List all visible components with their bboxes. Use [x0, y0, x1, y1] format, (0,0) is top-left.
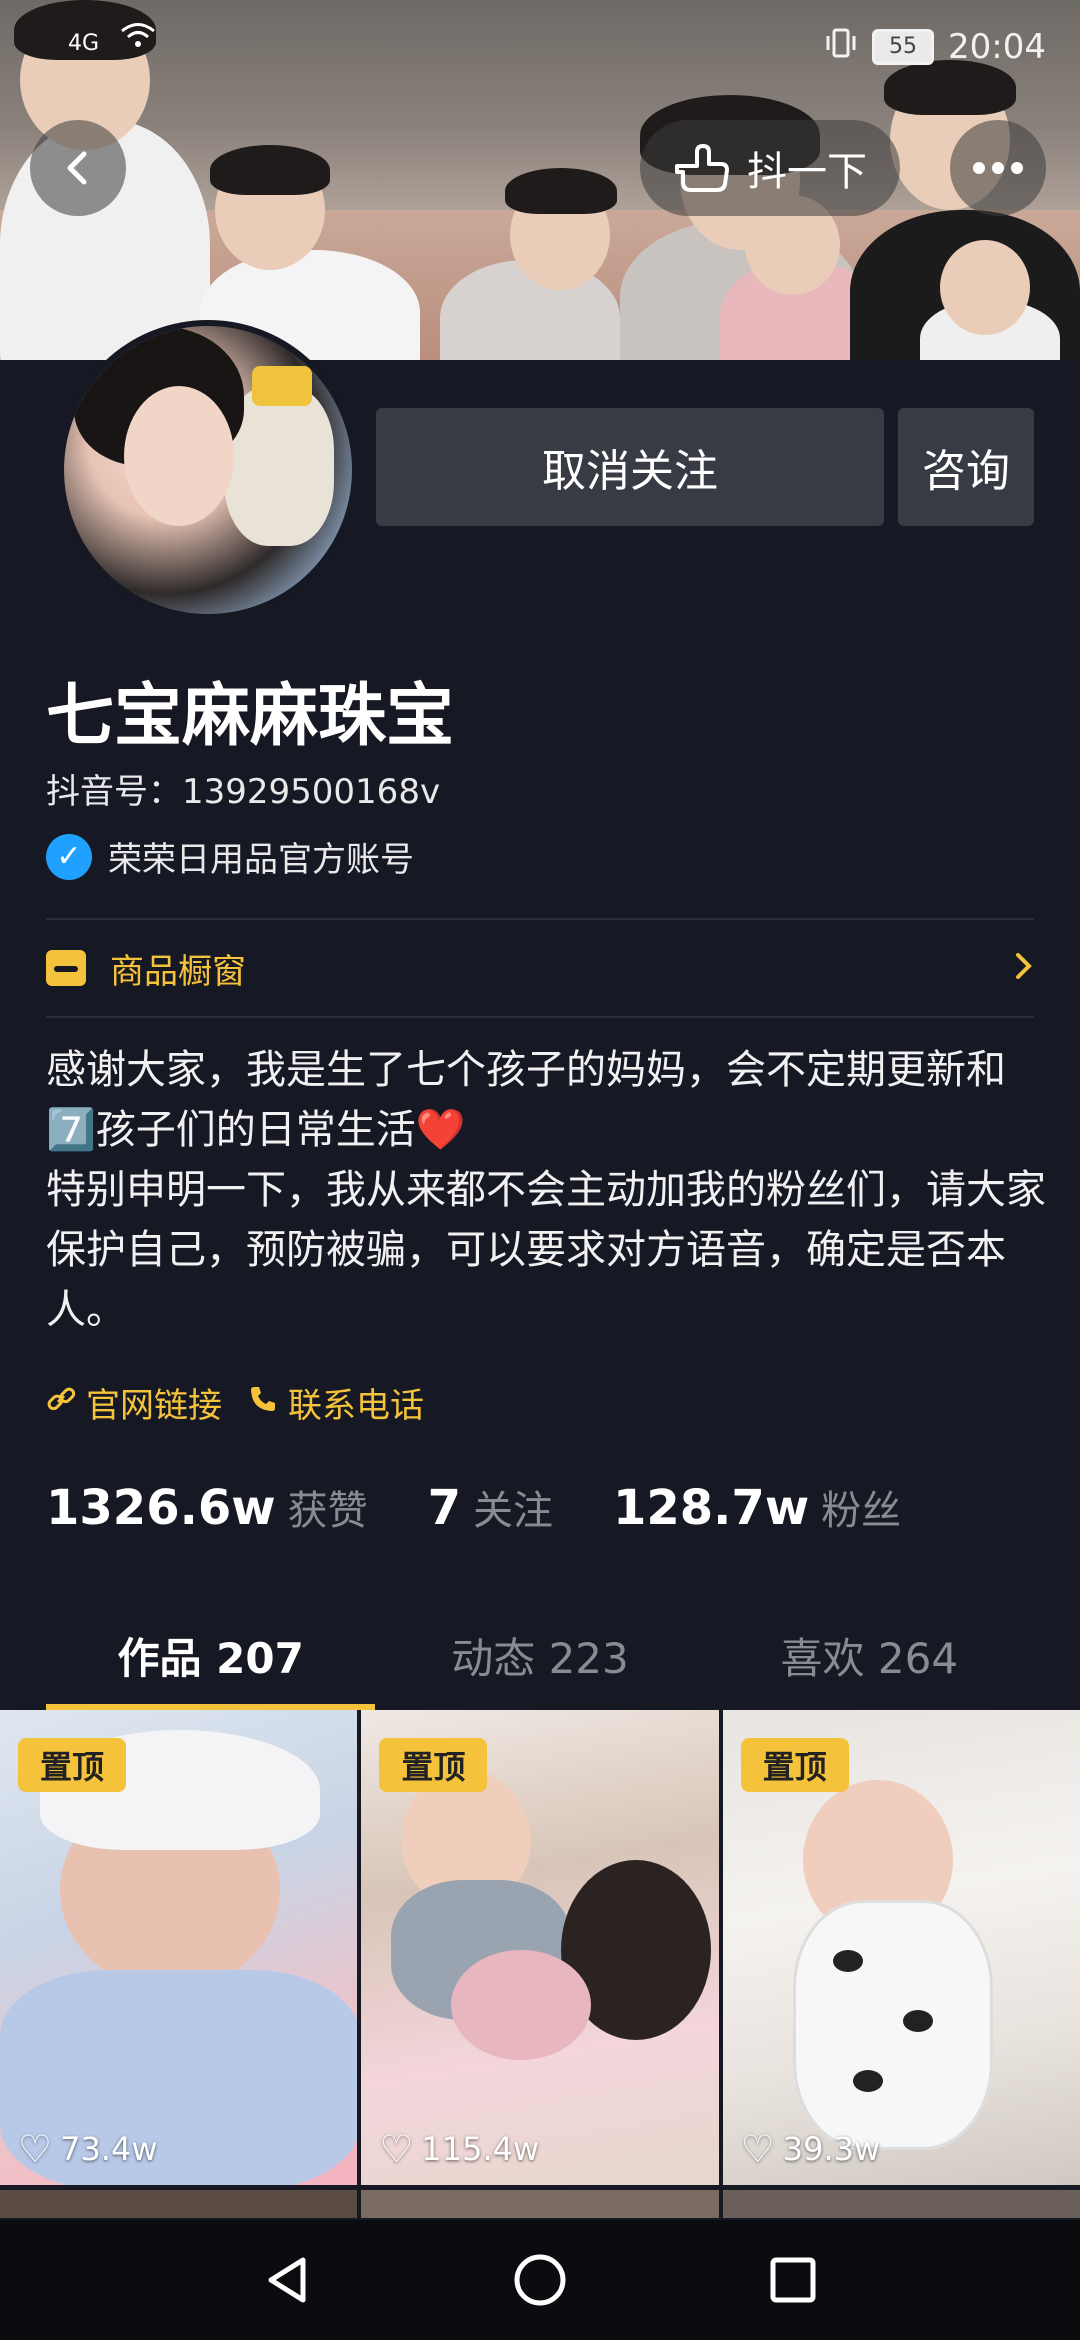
- cover-person-hair: [210, 145, 330, 195]
- tab-works[interactable]: 作品 207: [46, 1600, 376, 1710]
- link-icon: [46, 1384, 76, 1422]
- shake-label: 抖一下: [747, 149, 867, 195]
- heart-icon: ♡: [740, 2127, 775, 2171]
- video-likes: ♡ 39.3w: [741, 2127, 881, 2171]
- stat-value: 1326.6w: [46, 1480, 276, 1536]
- video-thumbnail[interactable]: [361, 2190, 719, 2218]
- phone-icon: [248, 1384, 278, 1422]
- divider: [46, 918, 1034, 920]
- video-likes-count: 115.4w: [421, 2130, 540, 2168]
- video-thumbnail[interactable]: 置顶 ♡ 115.4w: [361, 1710, 719, 2185]
- video-likes-count: 73.4w: [60, 2130, 158, 2168]
- stat-likes[interactable]: 1326.6w 获赞: [46, 1478, 368, 1536]
- profile-cover-image: 4G 55 20:04 抖一下: [0, 0, 1080, 360]
- status-left: 4G: [68, 22, 156, 58]
- heart-icon: ♡: [379, 2127, 414, 2171]
- chevron-right-icon: [1014, 946, 1034, 990]
- content-tabs: 作品 207 动态 223 喜欢 264: [46, 1600, 1034, 1710]
- video-thumbnail[interactable]: [722, 2190, 1080, 2218]
- thumbnail-figure: [792, 1900, 993, 2150]
- status-time: 20:04: [948, 27, 1046, 67]
- divider: [46, 1016, 1034, 1018]
- triangle-back-icon: [268, 2257, 306, 2303]
- shop-icon: [46, 950, 86, 986]
- stat-followers[interactable]: 128.7w 粉丝: [613, 1478, 901, 1536]
- status-bar: 4G 55 20:04: [0, 0, 1080, 90]
- phone-link-label: 联系电话: [288, 1386, 424, 1426]
- verified-check-icon: ✓: [46, 833, 92, 880]
- profile-stats: 1326.6w 获赞 7 关注 128.7w 粉丝: [46, 1478, 961, 1536]
- heart-icon: ♡: [18, 2127, 53, 2171]
- nav-back-button[interactable]: [242, 2235, 332, 2325]
- circle-home-icon: [514, 2254, 566, 2306]
- tab-liked[interactable]: 喜欢 264: [705, 1600, 1034, 1710]
- avatar-face: [124, 386, 234, 526]
- douyin-id: 抖音号：13929500168v: [46, 772, 441, 812]
- consult-button[interactable]: 咨询: [898, 408, 1034, 526]
- shop-label: 商品橱窗: [110, 951, 246, 992]
- video-likes-count: 39.3w: [782, 2130, 881, 2168]
- square-recents-icon: [770, 2257, 816, 2303]
- website-link-label: 官网链接: [86, 1386, 222, 1426]
- cover-person-hair: [505, 168, 617, 214]
- stat-value: 7: [427, 1480, 461, 1536]
- profile-bio: 感谢大家，我是生了七个孩子的妈妈，会不定期更新和7️⃣孩子们的日常生活❤️ 特别…: [46, 1047, 1046, 1333]
- stat-label: 关注: [472, 1488, 553, 1534]
- pinned-badge: 置顶: [379, 1738, 488, 1792]
- more-dots-icon: [973, 162, 1023, 174]
- stat-label: 粉丝: [821, 1488, 902, 1534]
- verified-row: ✓ 荣荣日用品官方账号: [46, 832, 414, 881]
- avatar[interactable]: [58, 320, 358, 620]
- product-showcase-row[interactable]: 商品橱窗: [46, 936, 1034, 1000]
- chevron-left-icon: [67, 151, 87, 185]
- pinned-badge: 置顶: [18, 1738, 127, 1792]
- system-nav-bar: [0, 2220, 1080, 2340]
- stat-following[interactable]: 7 关注: [428, 1478, 553, 1536]
- profile-name: 七宝麻麻珠宝: [46, 677, 455, 756]
- battery-icon: 55: [872, 29, 935, 65]
- unfollow-button[interactable]: 取消关注: [376, 408, 884, 526]
- pointing-hand-icon: [675, 144, 729, 192]
- video-thumbnail[interactable]: 置顶 ♡ 39.3w: [722, 1710, 1080, 2185]
- tab-activity[interactable]: 动态 223: [375, 1600, 704, 1710]
- thumbnail-figure: [832, 1950, 863, 1972]
- stat-value: 128.7w: [612, 1480, 810, 1536]
- website-link[interactable]: 官网链接: [46, 1378, 222, 1427]
- pinned-badge: 置顶: [740, 1738, 849, 1792]
- video-likes: ♡ 73.4w: [18, 2127, 158, 2171]
- thumbnail-figure: [451, 1950, 592, 2060]
- next-row-thumbnails: [0, 2190, 1080, 2218]
- thumbnail-figure: [902, 2010, 933, 2032]
- cover-person-head: [940, 240, 1030, 335]
- wifi-icon: [120, 23, 156, 58]
- shake-button[interactable]: 抖一下: [640, 120, 900, 216]
- signal-icon: 4G: [68, 31, 100, 56]
- more-options-button[interactable]: [950, 120, 1046, 216]
- video-thumbnail[interactable]: 置顶 ♡ 73.4w: [0, 1710, 358, 2185]
- vibrate-icon: [824, 26, 858, 68]
- status-right: 55 20:04: [824, 26, 1046, 68]
- nav-home-button[interactable]: [495, 2235, 585, 2325]
- back-button[interactable]: [30, 120, 126, 216]
- video-thumbnail[interactable]: [0, 2190, 358, 2218]
- stat-label: 获赞: [287, 1488, 368, 1534]
- profile-links: 官网链接 联系电话: [46, 1378, 438, 1427]
- video-grid: 置顶 ♡ 73.4w 置顶 ♡ 115.4w 置顶 ♡ 39.3w: [0, 1710, 1080, 2220]
- video-likes: ♡ 115.4w: [379, 2127, 539, 2171]
- thumbnail-figure: [852, 2070, 883, 2092]
- phone-link[interactable]: 联系电话: [248, 1378, 424, 1427]
- verified-label: 荣荣日用品官方账号: [108, 840, 414, 880]
- nav-recents-button[interactable]: [748, 2235, 838, 2325]
- avatar-toy: [252, 366, 312, 406]
